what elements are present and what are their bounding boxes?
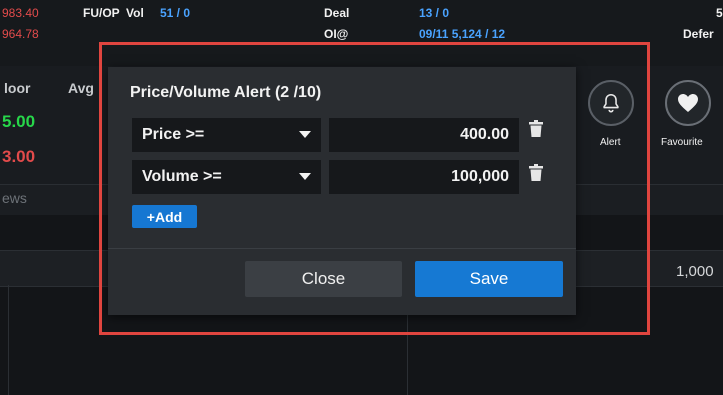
price-red-top: 983.40 (2, 6, 39, 20)
favourite-button[interactable] (665, 80, 711, 126)
fu-op-label: FU/OP (83, 6, 120, 20)
stat-red-value: 3.00 (2, 147, 36, 166)
right-partial-value: 5 (716, 6, 723, 20)
highlight-frame (99, 42, 650, 335)
vol-value: 51 / 0 (160, 6, 191, 20)
heart-icon (678, 94, 698, 112)
oi-value: 09/11 5,124 / 12 (419, 27, 506, 41)
grid-divider (8, 285, 9, 395)
news-tab[interactable]: ews (2, 190, 27, 206)
vol-label: Vol (126, 6, 144, 20)
grid-right-value: 1,000 (676, 263, 714, 280)
stat-green-value: 5.00 (2, 112, 36, 131)
floor-label: loor (4, 80, 31, 96)
avg-label: Avg (68, 80, 94, 96)
oi-label: OI@ (324, 27, 349, 41)
defer-label: Defer (683, 27, 714, 41)
favourite-label: Favourite (661, 137, 703, 148)
deal-label: Deal (324, 6, 350, 20)
deal-value: 13 / 0 (419, 6, 450, 20)
price-red-bottom: 964.78 (2, 27, 39, 41)
